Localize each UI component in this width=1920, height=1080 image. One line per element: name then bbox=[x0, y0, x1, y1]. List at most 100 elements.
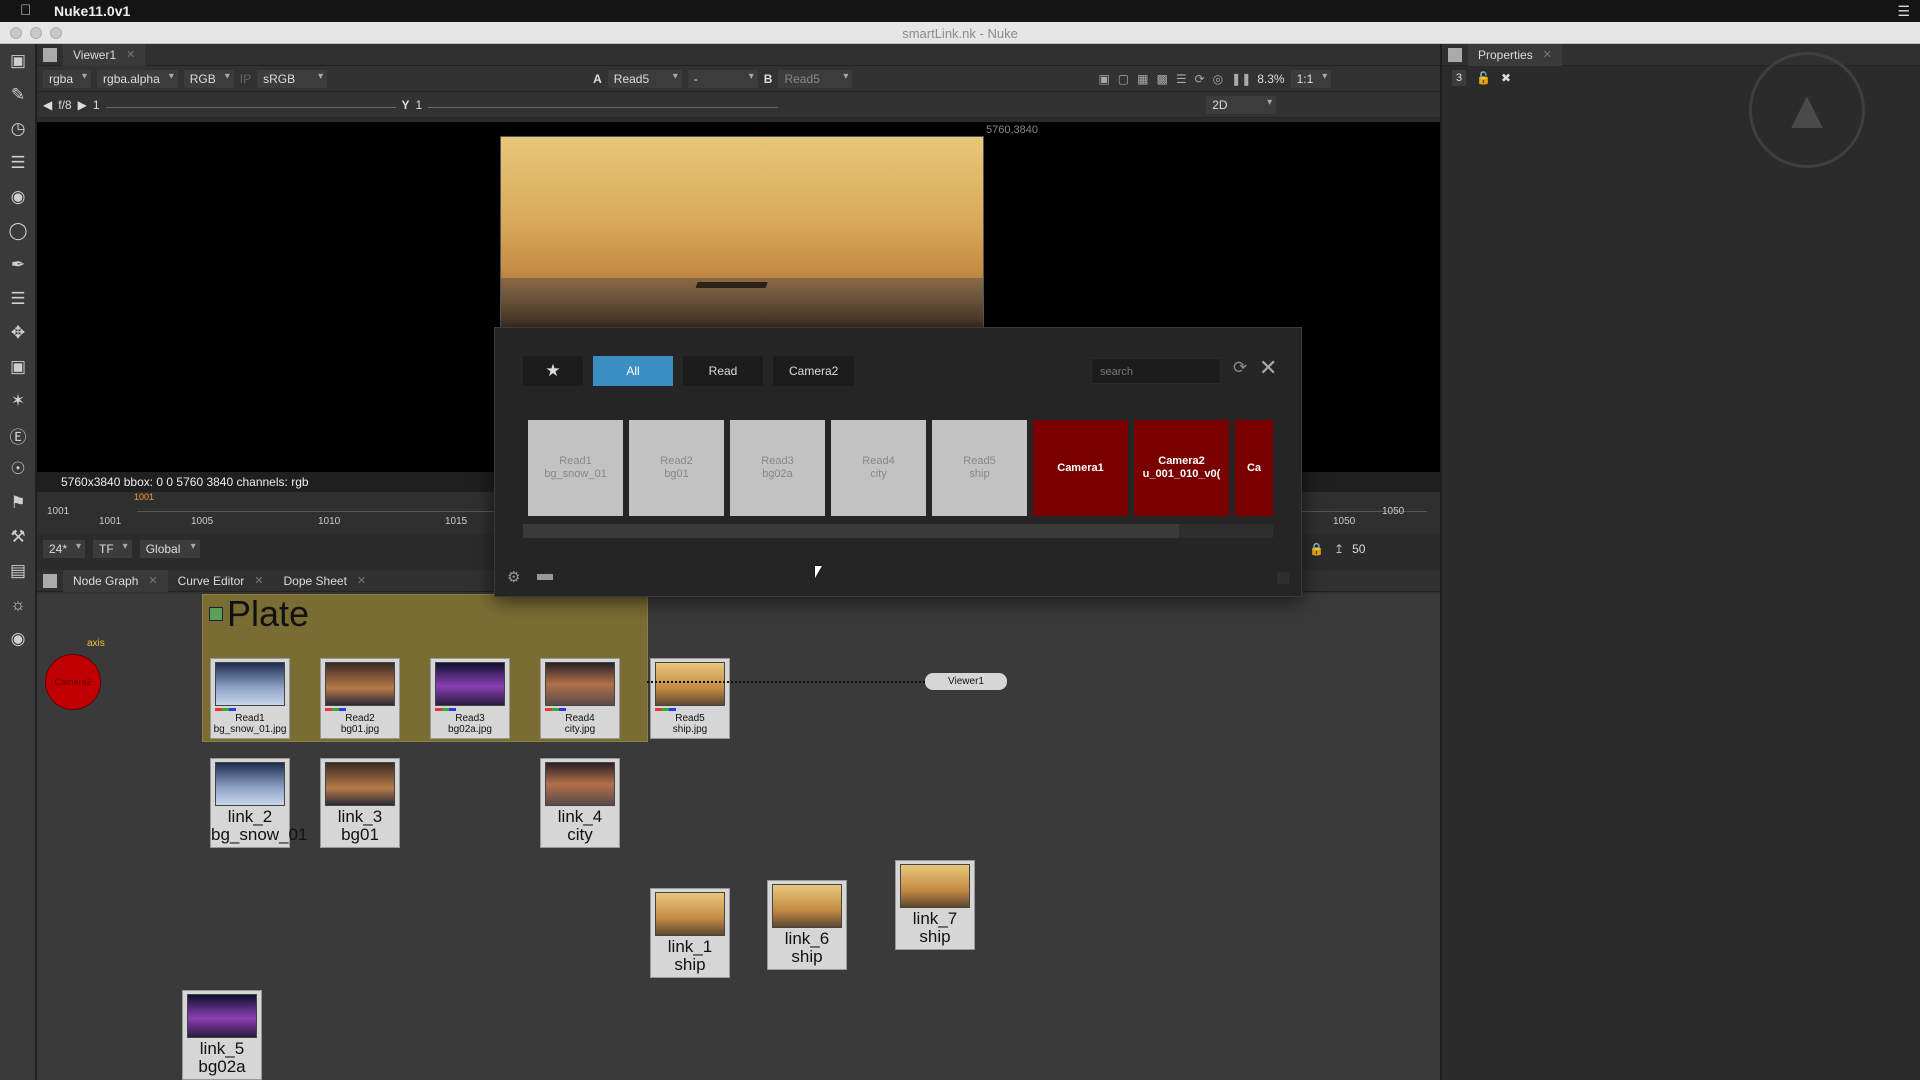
link-node[interactable]: link_4 city bbox=[540, 758, 620, 848]
gain-value[interactable]: 1 bbox=[93, 98, 100, 112]
node-card[interactable]: Read5 ship bbox=[932, 420, 1027, 516]
close-icon[interactable]: ✕ bbox=[126, 48, 135, 61]
tab-favorites[interactable]: ★ bbox=[523, 356, 583, 386]
export-icon[interactable]: ↥ bbox=[1334, 542, 1344, 556]
views-tools-icon[interactable]: ☉ bbox=[0, 452, 36, 486]
link-node[interactable]: link_1 ship bbox=[650, 888, 730, 978]
image-tools-icon[interactable]: ▣ bbox=[0, 44, 36, 78]
panel-menu-icon[interactable] bbox=[43, 47, 57, 62]
lut-dropdown[interactable]: sRGB bbox=[257, 69, 328, 88]
range-dropdown[interactable]: Global bbox=[139, 540, 200, 558]
frame-increment[interactable]: 50 bbox=[1352, 542, 1365, 556]
refresh-icon[interactable]: ⟳ bbox=[1195, 72, 1205, 86]
timeline-end[interactable]: 1050 bbox=[1382, 506, 1404, 517]
gear-icon[interactable]: ⚙ bbox=[507, 568, 520, 586]
gamma-slider[interactable] bbox=[428, 102, 779, 108]
keyer-tools-icon[interactable]: ✒ bbox=[0, 248, 36, 282]
next-arrow-icon[interactable]: ▶ bbox=[78, 98, 87, 112]
node-card[interactable]: Read1 bg_snow_01 bbox=[528, 420, 623, 516]
other-tools-icon[interactable]: ▤ bbox=[0, 554, 36, 588]
time-tools-icon[interactable]: ◷ bbox=[0, 112, 36, 146]
input-b-dropdown[interactable]: Read5 bbox=[778, 69, 853, 88]
close-icon[interactable]: ✕ bbox=[148, 574, 157, 587]
link-node[interactable]: link_2 bg_snow_01 bbox=[210, 758, 307, 848]
alpha-channel-dropdown[interactable]: rgba.alpha bbox=[97, 69, 178, 88]
toolsets-icon[interactable]: ⚒ bbox=[0, 520, 36, 554]
app-menu[interactable]: Nuke11.0v1 bbox=[54, 3, 130, 19]
apple-icon[interactable]:  bbox=[20, 2, 38, 20]
transform-tools-icon[interactable]: ✥ bbox=[0, 316, 36, 350]
tf-dropdown[interactable]: TF bbox=[93, 540, 132, 558]
list-icon[interactable]: ☰ bbox=[1897, 3, 1910, 20]
read-node[interactable]: Read4 city.jpg bbox=[540, 658, 620, 739]
plugins-tools-icon[interactable]: ◉ bbox=[0, 622, 36, 656]
draw-tools-icon[interactable]: ✎ bbox=[0, 78, 36, 112]
tab-node-graph[interactable]: Node Graph ✕ bbox=[63, 569, 168, 592]
tab-read[interactable]: Read bbox=[683, 356, 763, 386]
read-node[interactable]: Read2 bg01.jpg bbox=[320, 658, 400, 739]
refresh-icon[interactable]: ⟳ bbox=[1233, 358, 1247, 378]
camera-node[interactable]: Camera2 bbox=[45, 654, 101, 710]
close-icon[interactable]: ✕ bbox=[357, 574, 366, 587]
link-node[interactable]: link_6 ship bbox=[767, 880, 847, 970]
close-icon[interactable]: ✕ bbox=[1259, 355, 1277, 381]
panel-menu-icon[interactable] bbox=[43, 573, 57, 588]
particles-tools-icon[interactable]: ✶ bbox=[0, 384, 36, 418]
tab-viewer1[interactable]: Viewer1 ✕ bbox=[63, 43, 146, 66]
wipe-dropdown[interactable]: - bbox=[687, 69, 758, 88]
merge-tools-icon[interactable]: ☰ bbox=[0, 282, 36, 316]
lock-icon[interactable]: 🔓 bbox=[1476, 71, 1491, 85]
link-node[interactable]: link_3 bg01 bbox=[320, 758, 400, 848]
link-node[interactable]: link_7 ship bbox=[895, 860, 975, 950]
gamma-value[interactable]: 1 bbox=[416, 98, 423, 112]
node-graph-canvas[interactable]: Plate Read1 bg_snow_01.jpg Read2 bg01.jp… bbox=[37, 594, 1440, 1080]
max-panels-field[interactable]: 3 bbox=[1452, 70, 1466, 86]
channels-dropdown[interactable]: rgba bbox=[43, 69, 92, 88]
ratio-dropdown[interactable]: 1:1 bbox=[1290, 69, 1332, 88]
3d-tools-icon[interactable]: ▣ bbox=[0, 350, 36, 384]
link-node[interactable]: link_5 bg02a bbox=[182, 990, 262, 1080]
minus-icon[interactable] bbox=[537, 574, 553, 580]
panel-menu-icon[interactable] bbox=[1448, 47, 1462, 62]
target-icon[interactable]: ◎ bbox=[1213, 72, 1223, 86]
pause-icon[interactable]: ❚❚ bbox=[1231, 72, 1251, 86]
ip-toggle[interactable]: IP bbox=[240, 72, 251, 86]
viewer-node[interactable]: Viewer1 bbox=[925, 673, 1007, 690]
playhead[interactable]: 1001 bbox=[134, 492, 154, 502]
checker-icon[interactable]: ▦ bbox=[1137, 72, 1148, 86]
clear-panels-icon[interactable]: ✖ bbox=[1501, 71, 1511, 85]
camera-card[interactable]: Camera2 u_001_010_v0( bbox=[1134, 420, 1229, 516]
close-icon[interactable]: ✕ bbox=[1543, 48, 1552, 61]
list-icon[interactable]: ☰ bbox=[1176, 72, 1187, 86]
channel-tools-icon[interactable]: ☰ bbox=[0, 146, 36, 180]
scrollbar-thumb[interactable] bbox=[523, 524, 1179, 538]
search-input[interactable]: search bbox=[1091, 358, 1221, 384]
color-tools-icon[interactable]: ◉ bbox=[0, 180, 36, 214]
furnace-tools-icon[interactable]: ☼ bbox=[0, 588, 36, 622]
prev-arrow-icon[interactable]: ◀ bbox=[43, 98, 52, 112]
roi-icon[interactable]: ▣ bbox=[1098, 72, 1109, 86]
fps-dropdown[interactable]: 24* bbox=[43, 540, 86, 558]
gain-slider[interactable] bbox=[105, 102, 396, 108]
timeline-start[interactable]: 1001 bbox=[47, 506, 69, 517]
tab-camera2[interactable]: Camera2 bbox=[773, 356, 855, 386]
read-node[interactable]: Read3 bg02a.jpg bbox=[430, 658, 510, 739]
input-a-dropdown[interactable]: Read5 bbox=[607, 69, 682, 88]
node-card[interactable]: Read4 city bbox=[831, 420, 926, 516]
display-channels-dropdown[interactable]: RGB bbox=[183, 69, 234, 88]
overlay-icon[interactable]: ▢ bbox=[1118, 72, 1129, 86]
read-node[interactable]: Read5 ship.jpg bbox=[650, 658, 730, 739]
node-card[interactable]: Read2 bg01 bbox=[629, 420, 724, 516]
fstop-value[interactable]: f/8 bbox=[58, 98, 71, 112]
horizontal-scrollbar[interactable] bbox=[523, 524, 1273, 538]
zoom-value[interactable]: 8.3% bbox=[1257, 72, 1284, 86]
view-mode-dropdown[interactable]: 2D bbox=[1206, 95, 1277, 114]
tab-curve-editor[interactable]: Curve Editor ✕ bbox=[168, 570, 274, 592]
node-card[interactable]: Read3 bg02a bbox=[730, 420, 825, 516]
lock-icon[interactable]: 🔒 bbox=[1309, 542, 1324, 556]
camera-card[interactable]: Ca bbox=[1235, 420, 1273, 516]
read-node[interactable]: Read1 bg_snow_01.jpg bbox=[210, 658, 290, 739]
tab-dope-sheet[interactable]: Dope Sheet ✕ bbox=[274, 570, 377, 592]
filter-tools-icon[interactable]: ◯ bbox=[0, 214, 36, 248]
camera-card[interactable]: Camera1 bbox=[1033, 420, 1128, 516]
